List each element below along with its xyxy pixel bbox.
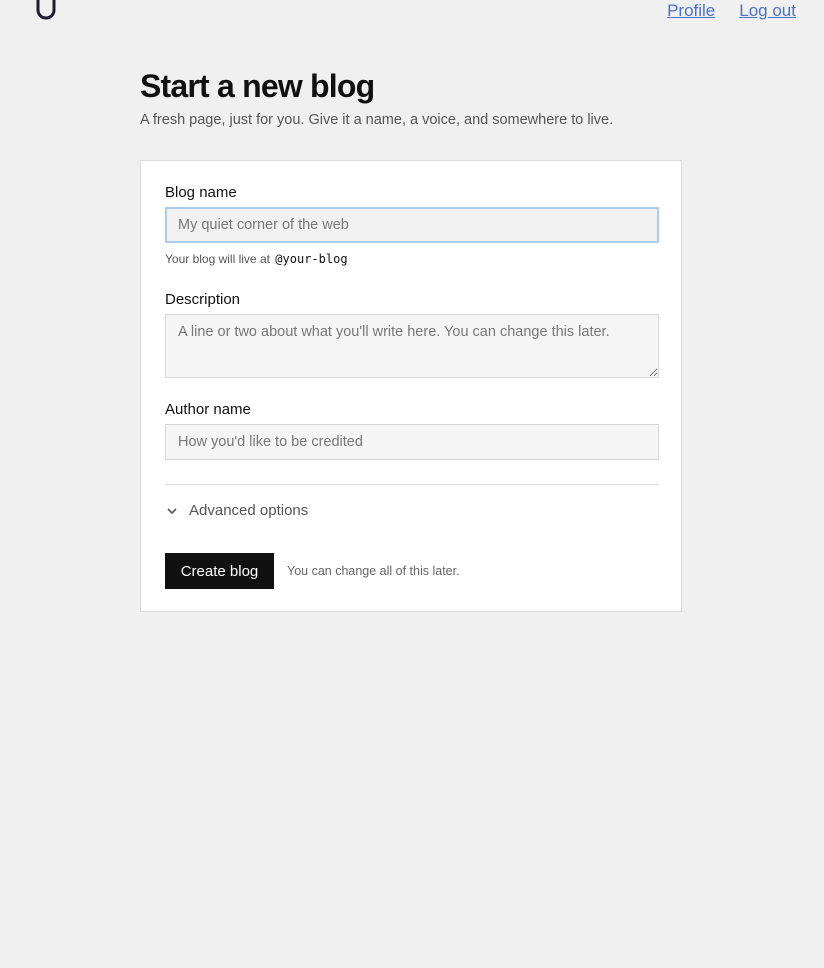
blog-name-label: Blog name (165, 184, 237, 201)
author-name-input[interactable] (165, 424, 659, 460)
description-label: Description (165, 291, 241, 308)
blog-name-input[interactable] (165, 207, 659, 243)
form-divider (165, 484, 659, 485)
page-title: Start a new blog (140, 68, 375, 104)
blog-url-hint-text: Your blog will live at (165, 252, 270, 266)
chevron-down-icon (167, 508, 177, 515)
page-header: Start a new blog A fresh page, just for … (140, 66, 700, 130)
new-blog-form: Blog name Your blog will live at @your-b… (140, 160, 682, 612)
blog-handle: @your-blog (275, 252, 348, 266)
advanced-options-toggle[interactable]: Advanced options (165, 501, 308, 521)
logout-link[interactable]: Log out (739, 0, 796, 22)
create-blog-button[interactable]: Create blog (165, 553, 274, 589)
profile-link[interactable]: Profile (667, 0, 715, 22)
page-subtitle: A fresh page, just for you. Give it a na… (140, 112, 614, 128)
description-textarea[interactable] (165, 314, 659, 378)
blog-url-hint: Your blog will live at @your-blog (165, 251, 348, 267)
u-logo-icon[interactable] (34, 0, 58, 22)
author-name-label: Author name (165, 401, 251, 418)
advanced-options-label: Advanced options (189, 502, 309, 519)
submit-footnote: You can change all of this later. (287, 564, 460, 578)
top-nav: Profile Log out (667, 0, 796, 22)
